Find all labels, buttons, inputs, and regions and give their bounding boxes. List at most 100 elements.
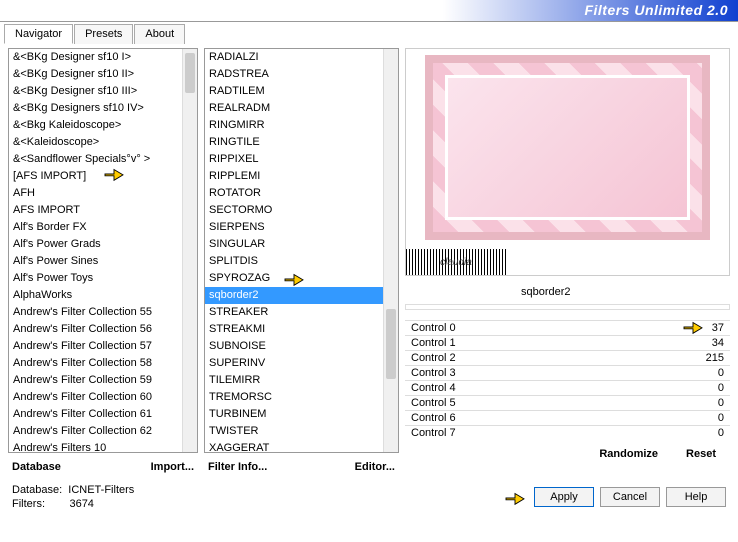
control-label: Control 4 [411,382,456,394]
control-row[interactable]: Control 6 0 [405,410,730,425]
control-label: Control 2 [411,352,456,364]
list-item[interactable]: sqborder2 [205,287,383,304]
list-item[interactable]: &<BKg Designer sf10 I> [9,49,182,66]
control-value: 34 [712,337,724,349]
pointer-icon [283,270,305,288]
list-item[interactable]: SECTORMO [205,202,383,219]
control-value: 37 [712,322,724,334]
list-item[interactable]: Andrew's Filter Collection 61 [9,406,182,423]
list-item[interactable]: TREMORSC [205,389,383,406]
control-row[interactable]: Control 5 0 [405,395,730,410]
tab-presets[interactable]: Presets [74,24,133,44]
control-value: 0 [718,412,724,424]
status-bar: Database: ICNET-Filters Filters: 3674 Ap… [0,479,738,515]
control-value: 215 [706,352,724,364]
db-label: Database: [12,484,62,496]
list-item[interactable]: Andrew's Filter Collection 58 [9,355,182,372]
control-row[interactable]: Control 2 215 [405,350,730,365]
list-item[interactable]: RADSTREA [205,66,383,83]
selected-filter-name: sqborder2 [521,286,730,298]
import-button[interactable]: Import... [147,459,198,475]
filter-info-button[interactable]: Filter Info... [204,459,271,475]
list-item[interactable]: AFH [9,185,182,202]
tab-about[interactable]: About [134,24,185,44]
list-item[interactable]: Andrew's Filter Collection 55 [9,304,182,321]
list-item[interactable]: Andrew's Filter Collection 62 [9,423,182,440]
list-item[interactable]: RINGTILE [205,134,383,151]
preview-image [425,55,710,240]
list-item[interactable]: AlphaWorks [9,287,182,304]
control-label: Control 3 [411,367,456,379]
list-item[interactable]: SUBNOISE [205,338,383,355]
randomize-button[interactable]: Randomize [595,446,662,462]
app-title: Filters Unlimited 2.0 [584,2,728,18]
watermark: claudia [406,249,506,275]
pointer-icon [103,165,125,183]
list-item[interactable]: &<BKg Designer sf10 III> [9,83,182,100]
list-item[interactable]: SUPERINV [205,355,383,372]
control-label: Control 5 [411,397,456,409]
title-bar: Filters Unlimited 2.0 [0,0,738,22]
tab-navigator[interactable]: Navigator [4,24,73,44]
list-item[interactable]: &<BKg Designer sf10 II> [9,66,182,83]
list-item[interactable]: RINGMIRR [205,117,383,134]
pointer-icon [504,489,526,507]
list-item[interactable]: &<Sandflower Specials°v° > [9,151,182,168]
list-item[interactable]: SINGULAR [205,236,383,253]
list-item[interactable]: Alf's Power Toys [9,270,182,287]
filters-label: Filters: [12,498,45,510]
list-item[interactable]: Alf's Power Sines [9,253,182,270]
control-value: 0 [718,427,724,439]
control-row[interactable]: Control 30 [405,365,730,380]
cancel-button[interactable]: Cancel [600,487,660,507]
list-item[interactable]: Andrew's Filters 10 [9,440,182,452]
list-item[interactable]: &<Kaleidoscope> [9,134,182,151]
category-list[interactable]: &<BKg Designer sf10 I>&<BKg Designer sf1… [8,48,198,453]
reset-button[interactable]: Reset [682,446,720,462]
list-item[interactable]: TURBINEM [205,406,383,423]
list-item[interactable]: STREAKMI [205,321,383,338]
list-item[interactable]: [AFS IMPORT] [9,168,182,185]
control-row[interactable]: Control 4 0 [405,380,730,395]
list-item[interactable]: Andrew's Filter Collection 57 [9,338,182,355]
list-item[interactable]: Alf's Border FX [9,219,182,236]
help-button[interactable]: Help [666,487,726,507]
list-item[interactable]: STREAKER [205,304,383,321]
list-item[interactable]: &<BKg Designers sf10 IV> [9,100,182,117]
list-item[interactable]: Andrew's Filter Collection 59 [9,372,182,389]
control-label: Control 7 [411,427,456,439]
db-value: ICNET-Filters [68,484,134,496]
editor-button[interactable]: Editor... [351,459,399,475]
list-item[interactable]: TWISTER [205,423,383,440]
apply-button[interactable]: Apply [534,487,594,507]
control-row[interactable]: Control 7 0 [405,425,730,440]
list-item[interactable]: Andrew's Filter Collection 56 [9,321,182,338]
control-label: Control 6 [411,412,456,424]
control-value: 0 [718,382,724,394]
list-item[interactable]: &<Bkg Kaleidoscope> [9,117,182,134]
list-item[interactable]: REALRADM [205,100,383,117]
slider-track[interactable] [405,304,730,310]
scrollbar[interactable] [182,49,197,452]
list-item[interactable]: SIERPENS [205,219,383,236]
list-item[interactable]: XAGGERAT [205,440,383,452]
list-item[interactable]: RADTILEM [205,83,383,100]
filters-value: 3674 [69,498,93,510]
pointer-icon [682,318,704,336]
list-item[interactable]: Andrew's Filter Collection 60 [9,389,182,406]
control-value: 0 [718,397,724,409]
scrollbar[interactable] [383,49,398,452]
list-item[interactable]: AFS IMPORT [9,202,182,219]
list-item[interactable]: RIPPLEMI [205,168,383,185]
controls-table: Control 037Control 134Control 2215Contro… [405,320,730,440]
list-item[interactable]: ROTATOR [205,185,383,202]
list-item[interactable]: RIPPIXEL [205,151,383,168]
filter-list[interactable]: RADIALZIRADSTREARADTILEMREALRADMRINGMIRR… [204,48,399,453]
control-row[interactable]: Control 134 [405,335,730,350]
control-label: Control 0 [411,322,456,334]
list-item[interactable]: RADIALZI [205,49,383,66]
list-item[interactable]: SPLITDIS [205,253,383,270]
list-item[interactable]: TILEMIRR [205,372,383,389]
list-item[interactable]: Alf's Power Grads [9,236,182,253]
database-button[interactable]: Database [8,459,65,475]
